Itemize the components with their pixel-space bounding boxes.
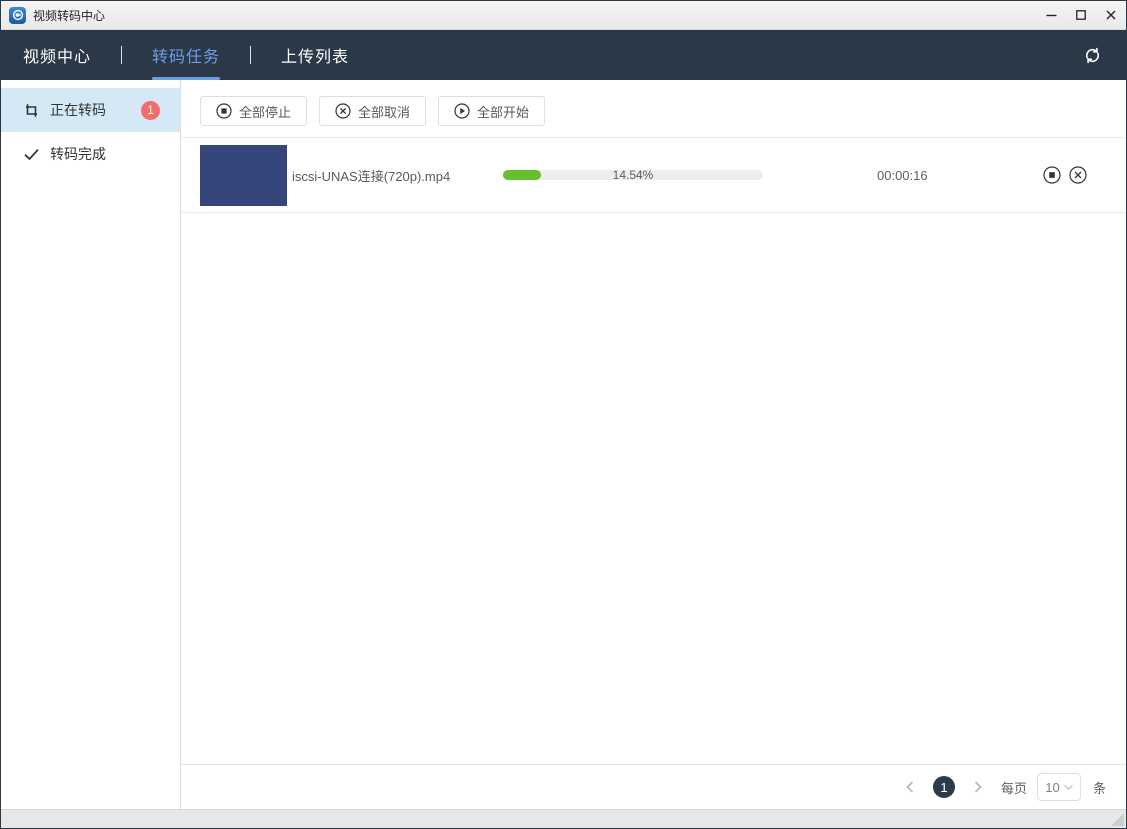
play-circle-icon <box>454 103 470 119</box>
unit-label: 条 <box>1092 780 1106 796</box>
sidebar-item-label: 正在转码 <box>50 102 106 118</box>
page-size-select[interactable]: 10 <box>1036 773 1081 801</box>
tab-video-center[interactable]: 视频中心 <box>23 30 91 80</box>
chevron-down-icon <box>1064 783 1073 792</box>
nav-separator <box>250 46 252 64</box>
pagination-bar: 1 每页 10 条 <box>181 764 1126 809</box>
start-all-button[interactable]: 全部开始 <box>438 96 546 126</box>
check-icon <box>23 146 40 163</box>
page-number-button[interactable]: 1 <box>932 776 955 798</box>
cancel-task-icon[interactable] <box>1069 166 1087 184</box>
transcode-crop-icon <box>23 102 40 119</box>
task-toolbar: 全部停止 全部取消 全部开始 <box>181 80 1126 137</box>
window-body: 正在转码 1 转码完成 全部停止 全部取消 全部开始 iscsi-UNAS连接(… <box>1 80 1126 809</box>
tab-upload-list[interactable]: 上传列表 <box>281 30 349 80</box>
chevron-right-icon[interactable] <box>972 781 984 793</box>
task-list: iscsi-UNAS连接(720p).mp4 14.54% 00:00:16 <box>181 137 1126 213</box>
sidebar-item-completed[interactable]: 转码完成 <box>1 132 180 176</box>
page-size-value: 10 <box>1045 779 1060 795</box>
refresh-icon[interactable] <box>1083 30 1102 80</box>
nav-separator <box>121 46 123 64</box>
cancel-all-button[interactable]: 全部取消 <box>319 96 427 126</box>
start-all-label: 全部开始 <box>477 104 530 120</box>
statusbar <box>1 809 1126 828</box>
stop-circle-icon <box>216 103 232 119</box>
app-window: 视频转码中心 视频中心 转码任务 上传列表 正在转码 1 转码完成 全部停止 全… <box>0 0 1127 829</box>
titlebar: 视频转码中心 <box>1 1 1126 30</box>
close-icon[interactable] <box>1096 1 1126 29</box>
stop-task-icon[interactable] <box>1043 166 1061 184</box>
transcoding-count-badge: 1 <box>141 100 160 120</box>
resize-grip-icon[interactable] <box>1111 813 1124 826</box>
task-row: iscsi-UNAS连接(720p).mp4 14.54% 00:00:16 <box>181 138 1126 213</box>
cancel-all-label: 全部取消 <box>358 104 411 120</box>
window-title: 视频转码中心 <box>33 8 106 23</box>
stop-all-label: 全部停止 <box>239 104 292 120</box>
cancel-circle-icon <box>335 103 351 119</box>
progress-percent: 14.54% <box>612 168 654 182</box>
window-controls <box>1036 1 1126 29</box>
main-navbar: 视频中心 转码任务 上传列表 <box>1 30 1126 80</box>
progress-bar: 14.54% <box>503 168 763 182</box>
main-content: 全部停止 全部取消 全部开始 iscsi-UNAS连接(720p).mp4 14… <box>181 80 1126 809</box>
app-logo-icon <box>9 6 26 24</box>
sidebar-item-label: 转码完成 <box>50 146 106 162</box>
maximize-icon[interactable] <box>1066 1 1096 29</box>
sidebar-item-transcoding[interactable]: 正在转码 1 <box>1 88 180 132</box>
per-page-label: 每页 <box>1000 780 1027 796</box>
task-actions <box>1043 166 1087 184</box>
chevron-left-icon[interactable] <box>904 781 916 793</box>
elapsed-time: 00:00:16 <box>877 167 928 183</box>
task-filename: iscsi-UNAS连接(720p).mp4 <box>292 168 451 184</box>
sidebar: 正在转码 1 转码完成 <box>1 80 181 809</box>
stop-all-button[interactable]: 全部停止 <box>200 96 308 126</box>
tab-transcode-tasks[interactable]: 转码任务 <box>152 30 221 80</box>
minimize-icon[interactable] <box>1036 1 1066 29</box>
video-thumbnail <box>200 144 287 206</box>
